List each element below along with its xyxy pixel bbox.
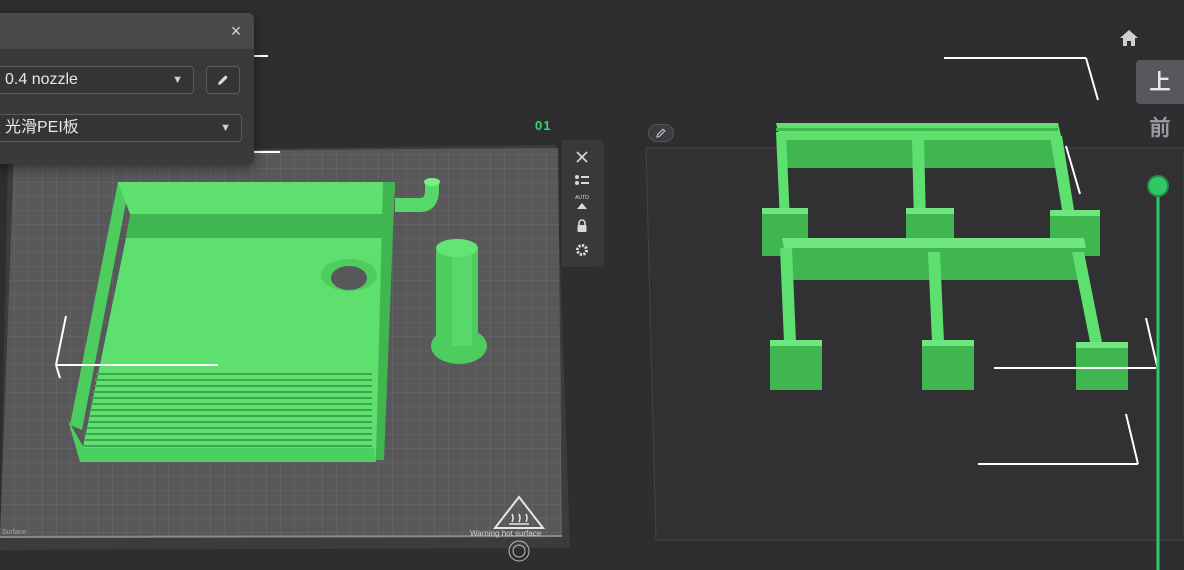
surface-label: Surface: [2, 529, 27, 536]
close-plate-button[interactable]: [568, 147, 596, 167]
auto-orient-button[interactable]: AUTO: [568, 193, 596, 213]
auto-orient-icon: [577, 202, 587, 209]
nozzle-select-value: 0.4 nozzle: [5, 71, 78, 88]
print-settings-popup: × 0.4 nozzle ▼ 光滑PEI板 ▼: [0, 13, 254, 164]
edit-nozzle-button[interactable]: [206, 66, 240, 94]
gear-icon: [576, 244, 588, 256]
chevron-down-icon: ▼: [220, 122, 231, 134]
plate-type-select-value: 光滑PEI板: [5, 119, 79, 136]
arrange-button[interactable]: [568, 170, 596, 190]
layer-slider-handle[interactable]: [1147, 175, 1169, 197]
home-icon: [1120, 30, 1138, 46]
edit-plate-button[interactable]: [648, 124, 674, 142]
lock-plate-button[interactable]: [568, 216, 596, 236]
close-icon: [576, 151, 588, 163]
plate-toolbar: AUTO: [562, 140, 604, 267]
pencil-icon: [656, 128, 666, 138]
chevron-down-icon: ▼: [172, 74, 183, 86]
hot-surface-warning-label: Warning hot surface: [470, 529, 542, 538]
list-icon: [575, 175, 589, 185]
top-view-button[interactable]: 上: [1136, 60, 1184, 104]
popup-header: ×: [0, 13, 254, 49]
plate-settings-button[interactable]: [568, 240, 596, 260]
front-view-button[interactable]: 前: [1136, 106, 1184, 150]
plate-type-select[interactable]: 光滑PEI板 ▼: [0, 114, 242, 142]
lock-icon: [577, 219, 587, 232]
3d-viewport[interactable]: 01 Warning hot surface Surface AUTO 上 前 …: [0, 0, 1184, 570]
home-view-button[interactable]: [1116, 26, 1142, 50]
plate-number: 01: [535, 118, 552, 133]
close-popup-button[interactable]: ×: [226, 21, 246, 41]
nozzle-select[interactable]: 0.4 nozzle ▼: [0, 66, 194, 94]
pencil-icon: [218, 75, 228, 85]
